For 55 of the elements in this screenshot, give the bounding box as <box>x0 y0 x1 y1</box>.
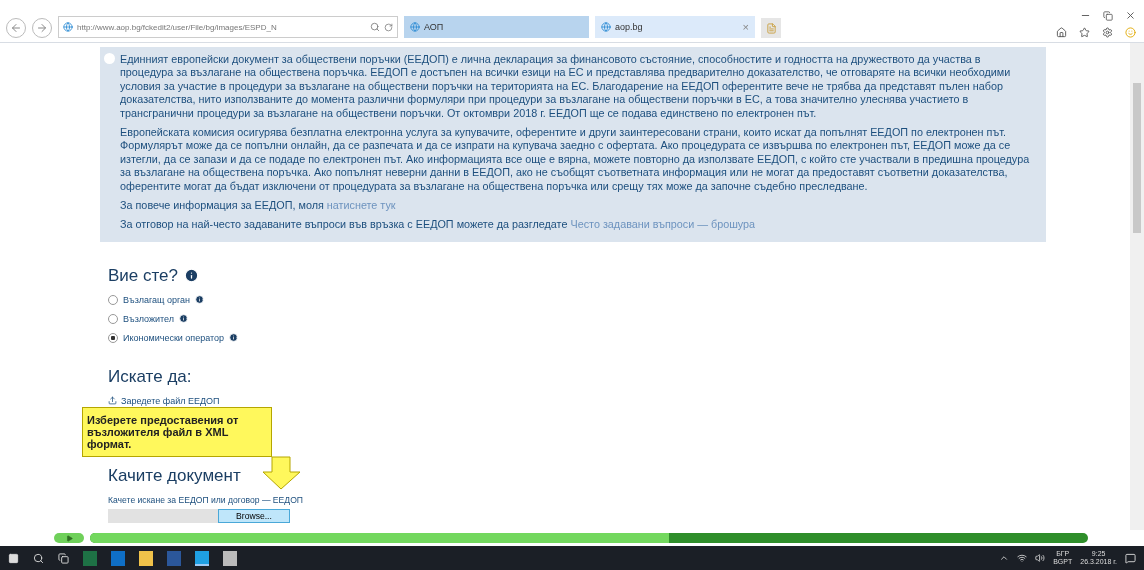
new-tab-icon <box>765 22 777 34</box>
volume-icon[interactable] <box>1035 553 1046 563</box>
section-heading: Вие сте? <box>108 265 179 286</box>
option-label: Икономически оператор <box>123 332 225 343</box>
search-icon[interactable] <box>33 552 44 564</box>
play-button[interactable] <box>54 533 84 543</box>
info-paragraph: Единният европейски документ за обществени поръчки (ЕЕДОП) е лична декларация за финансовото състояние, способностите и годността на дружеството да участва в процедура за възлагане на обществена поръчка. ЕЕДОП е достъпен на всички езици на ЕС и представлява предварително доказателство, че отговаряте на всички необходими условия за участие в процедури за възлагане на обществени поръчки на територията на ЕС. Благодарение на ЕЕДОП оферентите вече не трябва да представят пълен набор доказателства, нито използваните до момента различни формуляри при процедури за възлагане на обществени поръчки в ЕС, а това значително улеснява участието в трансгранични процедури за възлагане на обществени поръчки. От октомври 2018 г. ЕЕДОП ще се подава единствено по електронен път. <box>120 53 1012 121</box>
start-icon[interactable] <box>8 552 19 564</box>
file-path-field[interactable] <box>108 508 218 523</box>
star-icon[interactable] <box>1079 27 1090 38</box>
info-icon[interactable] <box>184 268 200 284</box>
home-icon[interactable] <box>1056 27 1067 38</box>
taskbar-app-icon[interactable] <box>223 550 237 566</box>
option-label: Възложител <box>123 313 174 324</box>
refresh-icon[interactable] <box>384 22 393 32</box>
info-paragraph: За отговор на най-често задаваните въпроси във връзка с ЕЕДОП можете да разгледате Често задавани въпроси — брошура <box>120 218 757 232</box>
info-icon[interactable] <box>195 295 204 305</box>
option-label: Възлагащ орган <box>123 294 190 305</box>
search-icon <box>370 22 380 32</box>
load-file-link[interactable]: Заредете файл ЕЕДОП <box>121 395 220 406</box>
play-icon <box>65 534 73 542</box>
page-icon <box>410 22 420 32</box>
info-icon[interactable] <box>178 314 188 324</box>
callout-tooltip: Изберете предоставения от възложителя файл в XML формат. <box>82 407 272 457</box>
taskbar-app-icon[interactable] <box>139 550 153 566</box>
taskbar-app-icon[interactable] <box>195 550 209 566</box>
upload-hint: Качете искане за ЕЕДОП или договор — ЕЕДОП <box>108 494 305 505</box>
section-heading: Качите документ <box>108 465 241 486</box>
notifications-icon[interactable] <box>1125 552 1136 564</box>
page-icon <box>601 22 611 32</box>
back-icon <box>10 22 22 34</box>
browser-tab[interactable]: АОП <box>404 16 589 38</box>
radio-button[interactable] <box>108 294 118 305</box>
network-icon[interactable] <box>1017 553 1028 563</box>
info-icon[interactable] <box>229 333 239 343</box>
scrollbar[interactable] <box>1130 43 1144 530</box>
upload-icon <box>108 396 117 406</box>
info-paragraph: Европейската комисия осигурява безплатна електронна услуга за купувачите, оферентите и други заинтересовани страни, които искат да попълнят ЕЕДОП по електронен път. Формулярът може да се попълни онлайн, да се разпечата и да се изпрати на купувача заедно с офертата. Ако процедурата се извършва по електронен път, ЕЕДОП може да се изтегли, да се запази и да се подаде по електронен път. Ако информацията все още е вярна, можете повторно да използвате ЕЕДОП, с който сте участвали в предишна процедура за възлагане на обществена поръчка. Ако попълнят неверни данни в ЕЕДОП, ако не съобщят съответната информация или не могат да предоставят съответни доказателства, оферентите могат да бъдат изключени от процедурата за възлагане на обществена поръчка или срещу тях може да започне съдебно преследване. <box>120 126 1030 194</box>
info-icon <box>104 53 115 64</box>
radio-button[interactable] <box>108 332 118 343</box>
info-paragraph: За повече информация за ЕЕДОП, моля натиснете тук <box>120 199 397 213</box>
browse-button[interactable]: Browse... <box>218 508 290 523</box>
settings-icon[interactable] <box>1102 27 1113 38</box>
tray-chevron-icon[interactable] <box>999 553 1010 563</box>
callout-arrow <box>262 456 302 490</box>
address-field[interactable]: http://www.aop.bg/fckedit2/user/File/bg/images/ESPD_N <box>58 16 398 38</box>
forward-icon <box>36 22 48 34</box>
task-view-icon[interactable] <box>58 552 69 564</box>
browser-tab[interactable]: aop.bg × <box>595 16 755 38</box>
restore-icon[interactable] <box>1103 10 1113 21</box>
page-icon <box>63 22 73 32</box>
radio-button[interactable] <box>108 313 118 324</box>
progress-track[interactable] <box>90 533 1088 543</box>
close-icon[interactable] <box>1125 10 1136 21</box>
section-heading: Искате да: <box>108 366 192 387</box>
